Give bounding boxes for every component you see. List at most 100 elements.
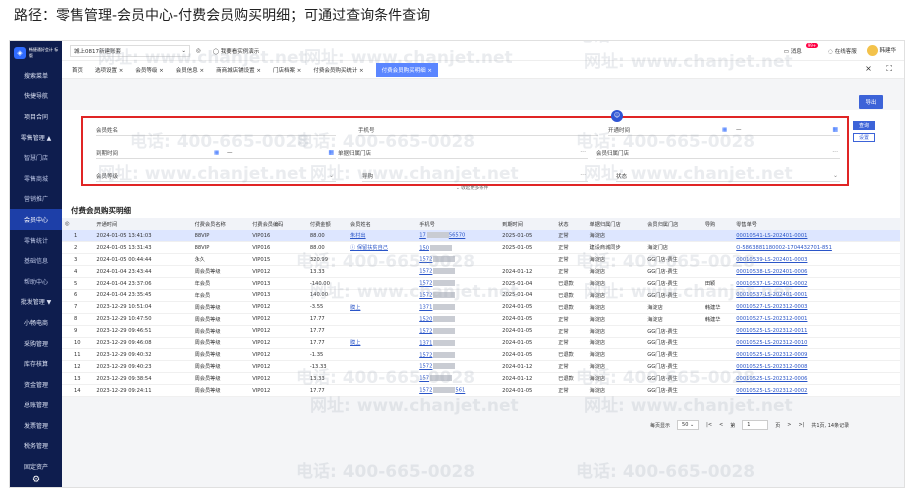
sidebar-item[interactable]: 营销推广 (10, 189, 62, 210)
table-row[interactable]: 4 2024-01-04 23:43:44 周会员等级 VIP012 13.33 1572… (62, 265, 900, 279)
sidebar-item[interactable]: 采购管理 (10, 333, 62, 354)
phone-cell[interactable]: 17 56570 (416, 230, 500, 243)
page-input[interactable]: 1 (742, 420, 769, 430)
order-cell[interactable]: 00010525-LS-202312-0002 (733, 384, 900, 397)
tab[interactable]: 会员等级 × (135, 66, 163, 74)
sidebar-item[interactable]: 库存核算 (10, 353, 62, 374)
name-cell[interactable]: 膜上 (347, 301, 417, 314)
first-page-button[interactable]: |< (706, 422, 712, 428)
table-row[interactable]: 2 2024-01-05 13:31:43 88VIP VIP016 88.00 ⓘ 保留… (62, 241, 900, 255)
sidebar-item[interactable]: 智慧门店 (10, 147, 62, 168)
messages-button[interactable]: ▭ 消息 (784, 47, 802, 55)
order-cell[interactable]: 00010525-LS-202312-0011 (733, 325, 900, 338)
sidebar-item[interactable]: 发票管理 (10, 415, 62, 436)
order-cell[interactable]: 00010538-LS-202401-0006 (733, 265, 900, 279)
gear-icon[interactable]: ⚙ (10, 475, 62, 485)
settings-button[interactable]: 设置 (853, 133, 875, 142)
table-row[interactable]: 9 2023-12-29 09:46:51 周会员等级 VIP012 17.77 1572… (62, 325, 900, 338)
last-page-button[interactable]: >| (798, 422, 804, 428)
name-cell[interactable]: ⓘ 保留扶贫自己 (347, 241, 417, 255)
assistant-icon[interactable]: ☺ (611, 110, 623, 122)
name-cell[interactable] (347, 384, 417, 397)
order-cell[interactable]: 00010539-LS-202401-0003 (733, 253, 900, 267)
phone-cell[interactable]: 1572 (416, 265, 500, 279)
phone-cell[interactable]: 1520 (416, 313, 500, 326)
collapse-filters-toggle[interactable]: ⌄ 收起更多条件 (456, 185, 488, 191)
name-cell[interactable] (347, 313, 417, 326)
sidebar-item[interactable]: 零售商城 (10, 168, 62, 189)
name-cell[interactable] (347, 372, 417, 386)
sidebar-item[interactable]: 项目合同 (10, 106, 62, 127)
phone-cell[interactable]: 1572 (416, 253, 500, 267)
location-icon[interactable]: ◎ (196, 48, 201, 54)
tab[interactable]: 付费会员购买明细 × (375, 62, 439, 77)
name-cell[interactable] (347, 277, 417, 290)
name-cell[interactable] (347, 325, 417, 338)
table-row[interactable]: 13 2023-12-29 09:38:54 周会员等级 VIP012 13.33 157… (62, 372, 900, 386)
order-cell[interactable]: 00010525-LS-202312-0010 (733, 337, 900, 350)
sidebar-item[interactable]: 快捷导航 (10, 86, 62, 107)
export-button[interactable]: 导出 (859, 95, 883, 109)
order-cell[interactable]: 00010525-LS-202312-0008 (733, 360, 900, 374)
order-cell[interactable]: 00010525-LS-202312-0009 (733, 348, 900, 362)
phone-cell[interactable]: 1371 (416, 337, 500, 350)
sidebar-item[interactable]: 帮助中心 (10, 271, 62, 292)
order-cell[interactable]: 00010541-LS-202401-0001 (733, 230, 900, 243)
tab[interactable]: 付费会员购买统计 × (313, 66, 363, 74)
phone-cell[interactable]: 157 (416, 372, 500, 386)
tab[interactable]: 首页 (72, 66, 83, 74)
prev-page-button[interactable]: < (719, 422, 723, 428)
name-cell[interactable] (347, 360, 417, 374)
table-row[interactable]: 6 2024-01-04 23:35:45 年会员 VIP013 140.00 1572 2… (62, 289, 900, 302)
table-row[interactable]: 7 2023-12-29 10:51:04 周会员等级 VIP012 -3.55 膜上 13… (62, 301, 900, 314)
phone-cell[interactable]: 1572 (416, 360, 500, 374)
table-row[interactable]: 5 2024-01-04 23:37:06 年会员 VIP013 -140.00 1572… (62, 277, 900, 290)
phone-cell[interactable]: 1572 (416, 325, 500, 338)
table-row[interactable]: 11 2023-12-29 09:40:32 周会员等级 VIP012 -1.35 157… (62, 348, 900, 362)
phone-cell[interactable]: 1572 (416, 348, 500, 362)
sidebar-item[interactable]: 会员中心 (10, 209, 62, 230)
name-cell[interactable]: 膜上 (347, 337, 417, 350)
table-row[interactable]: 12 2023-12-29 09:40:23 周会员等级 VIP012 -13.33 15… (62, 360, 900, 374)
order-cell[interactable]: 00010537-LS-202401-0001 (733, 289, 900, 302)
table-row[interactable]: 8 2023-12-29 10:47:50 周会员等级 VIP012 17.77 1520… (62, 313, 900, 326)
phone-cell[interactable]: 1371 (416, 301, 500, 314)
demo-guide-link[interactable]: ◯ 我要看实例演示 (213, 47, 259, 55)
sidebar-item[interactable]: 零售管理 ▲ (10, 127, 62, 148)
phone-cell[interactable]: 150 (416, 241, 500, 255)
user-menu[interactable]: 韩建华 (866, 45, 896, 56)
online-service-button[interactable]: ◌ 在线客服 (828, 47, 857, 55)
order-cell[interactable]: O-5863881180002-1704432701-851 (733, 241, 900, 255)
order-cell[interactable]: 00010537-LS-202401-0002 (733, 277, 900, 290)
sidebar-item[interactable]: 小畅电商 (10, 312, 62, 333)
phone-cell[interactable]: 1572 561 (416, 384, 500, 397)
order-cell[interactable]: 00010527-LS-202312-0003 (733, 301, 900, 314)
next-page-button[interactable]: > (787, 422, 791, 428)
name-cell[interactable] (347, 265, 417, 279)
query-button[interactable]: 查询 (853, 121, 875, 130)
select-all-checkbox[interactable]: ◎ (62, 218, 94, 230)
tab[interactable]: 会员信息 × (176, 66, 204, 74)
sidebar-item[interactable]: 总账管理 (10, 395, 62, 416)
tab[interactable]: 商商城店铺设置 × (216, 66, 261, 74)
sidebar-item[interactable]: 批发管理 ▼ (10, 292, 62, 313)
store-selector[interactable]: 城上0817新建账套 ⌄ (70, 44, 190, 57)
sidebar-item[interactable]: 资金管理 (10, 374, 62, 395)
phone-cell[interactable]: 1572 (416, 277, 500, 290)
window-controls[interactable]: × ⛶ (865, 64, 898, 74)
sidebar-item[interactable]: 固定资产 (10, 456, 62, 477)
name-cell[interactable] (347, 348, 417, 362)
name-cell[interactable] (347, 289, 417, 302)
tab[interactable]: 选项设置 × (95, 66, 123, 74)
phone-cell[interactable]: 1572 (416, 289, 500, 302)
sidebar-item[interactable]: 基础信息 (10, 250, 62, 271)
name-cell[interactable]: 朱村出 (347, 230, 417, 243)
table-row[interactable]: 10 2023-12-29 09:46:08 周会员等级 VIP012 17.77 膜上 1… (62, 337, 900, 350)
sidebar-item[interactable]: 零售统计 (10, 230, 62, 251)
table-row[interactable]: 14 2023-12-29 09:24:11 周会员等级 VIP012 17.77 157… (62, 384, 900, 397)
name-cell[interactable] (347, 253, 417, 267)
per-page-select[interactable]: 50 ⌄ (677, 420, 700, 430)
sidebar-item[interactable]: 搜索菜单 (10, 65, 62, 86)
tab[interactable]: 门店档案 × (273, 66, 301, 74)
order-cell[interactable]: 00010527-LS-202312-0001 (733, 313, 900, 326)
